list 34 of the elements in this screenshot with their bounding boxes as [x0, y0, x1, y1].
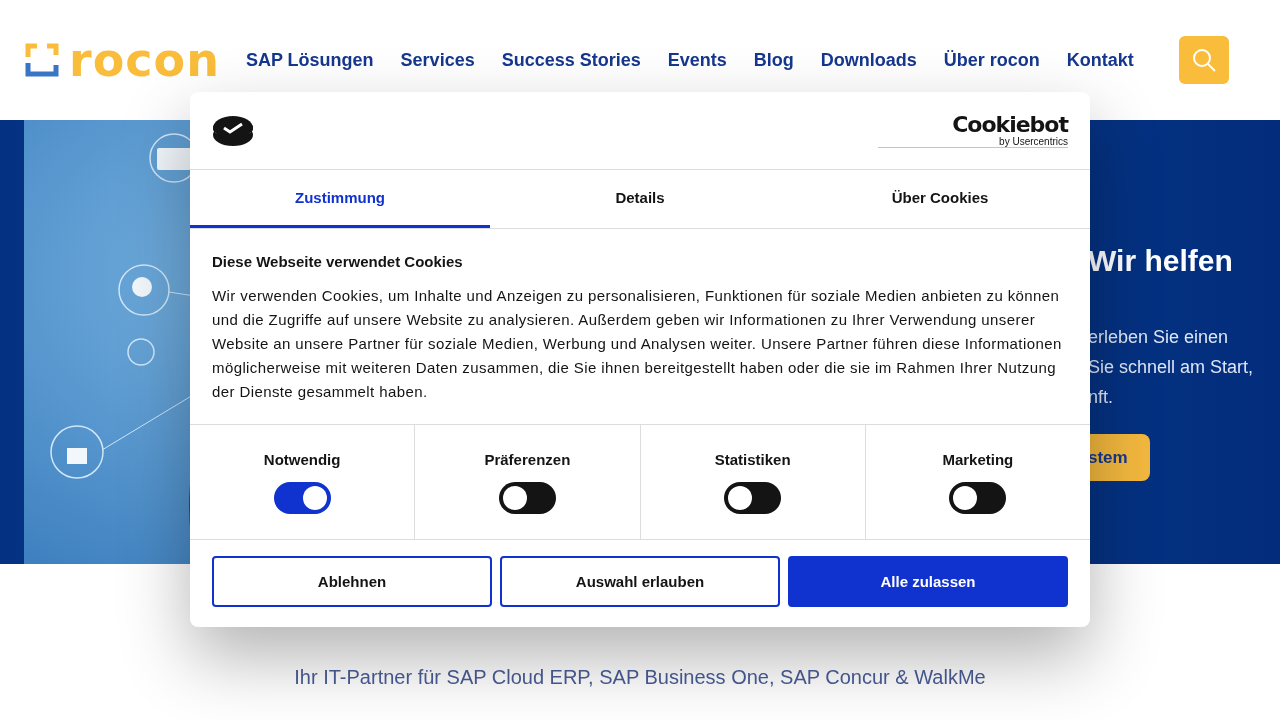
logo-text: rocon [69, 37, 220, 83]
outline-button[interactable]: Auswahl erlauben [500, 556, 780, 607]
search-icon [1191, 47, 1217, 73]
outline-button[interactable]: Ablehnen [212, 556, 492, 607]
hero-button[interactable]: stem [1088, 434, 1150, 481]
hero-title: Wir helfen [1088, 244, 1234, 278]
logo-icon [25, 43, 59, 77]
cookie-check-icon [212, 114, 254, 147]
tagline: Ihr IT-Partner für SAP Cloud ERP, SAP Business One, SAP Concur & WalkMe [294, 666, 986, 688]
nav-link[interactable]: Success Stories [501, 49, 641, 71]
toggle-switch[interactable] [949, 482, 1007, 514]
category-label: Marketing [942, 451, 1014, 468]
tab[interactable]: Zustimmung [190, 170, 490, 228]
dialog-text: Wir verwenden Cookies, um Inhalte und Anzeigen zu personalisieren, Funktionen für soziale Medien anbieten zu können und die Zugriffe auf unsere Website zu analysieren. Außerdem geben wir Informationen zu Ihrer Verwendung unserer Website an unsere Partner für soziale Medien, Werbung und Analysen weiter. Unsere Partner führen diese Informationen möglicherweise mit weiteren Daten zusammen, die Sie ihnen bereitgestellt haben oder die sie im Rahmen Ihrer Nutzung der Dienste gesammelt haben. [212, 286, 1063, 402]
category-label: Präferenzen [484, 451, 571, 468]
accept-button[interactable]: Alle zulassen [788, 556, 1068, 607]
dialog-heading: Diese Webseite verwendet Cookies [212, 253, 464, 270]
category-label: Notwendig [263, 451, 341, 468]
hero-text: erleben Sie einen [1088, 326, 1230, 349]
toggle-switch[interactable] [273, 482, 331, 514]
nav-link[interactable]: Services [400, 49, 475, 71]
nav-link[interactable]: SAP Lösungen [245, 49, 374, 71]
tab[interactable]: Details [490, 170, 790, 228]
hero-text: Sie schnell am Start, [1088, 356, 1254, 379]
nav-link[interactable]: Downloads [820, 49, 917, 71]
toggle-switch[interactable] [498, 482, 556, 514]
nav-link[interactable]: Blog [753, 49, 794, 71]
toggle-switch[interactable] [724, 482, 782, 514]
nav-link[interactable]: Events [667, 49, 727, 71]
nav-link[interactable]: Über rocon [943, 49, 1040, 71]
category-label: Statistiken [714, 451, 791, 468]
nav-link[interactable]: Kontakt [1066, 49, 1134, 71]
tab[interactable]: Über Cookies [790, 170, 1090, 228]
brand-logo: Cookiebot by Usercentrics [878, 113, 1068, 148]
